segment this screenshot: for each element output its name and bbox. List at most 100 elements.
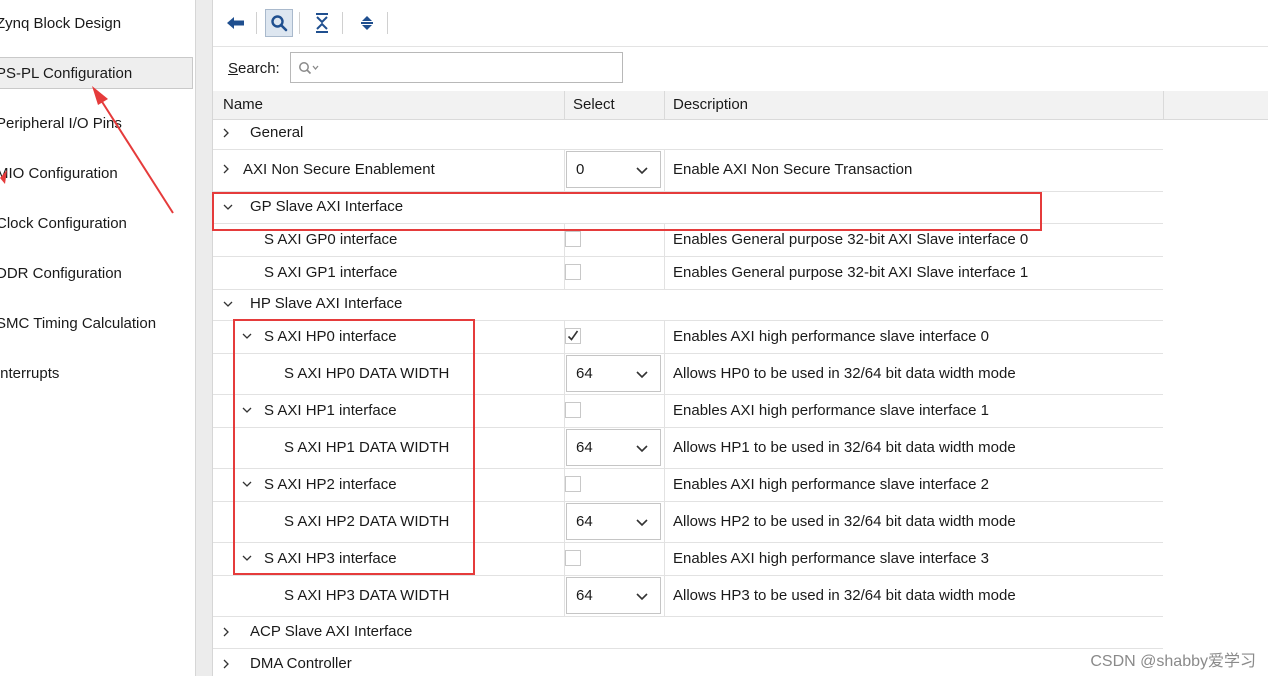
s-axi-hp3-checkbox[interactable] — [565, 550, 581, 566]
expand-all-button[interactable] — [353, 9, 381, 37]
row-description: Allows HP3 to be used in 32/64 bit data … — [673, 587, 1016, 604]
table-header: Name Select Description — [213, 91, 1268, 120]
chevron-down-icon — [636, 519, 648, 527]
hp1-data-width-select[interactable]: 64 — [566, 429, 661, 466]
axi-non-secure-select[interactable]: 0 — [566, 151, 661, 188]
select-value: 64 — [576, 365, 593, 382]
cell-divider — [664, 468, 665, 501]
row-description: Enables AXI high performance slave inter… — [673, 402, 990, 419]
row-description: Allows HP0 to be used in 32/64 bit data … — [673, 365, 1016, 382]
row-name: AXI Non Secure Enablement — [243, 161, 435, 178]
toolbar-separator — [342, 12, 343, 34]
cell-divider — [664, 149, 665, 191]
search-dropdown-icon — [299, 62, 319, 75]
nav-item-label: SMC Timing Calculation — [0, 315, 157, 332]
select-value: 64 — [576, 439, 593, 456]
search-button[interactable] — [265, 9, 293, 37]
toolbar — [213, 0, 1268, 47]
table-row[interactable]: ACP Slave AXI Interface — [213, 616, 1163, 649]
s-axi-hp1-checkbox[interactable] — [565, 402, 581, 418]
row-description: Allows HP1 to be used in 32/64 bit data … — [673, 439, 1016, 456]
search-label: Search: — [228, 60, 280, 77]
table-row[interactable]: General — [213, 119, 1163, 150]
column-divider[interactable] — [1163, 91, 1164, 119]
column-header-select[interactable]: Select — [573, 96, 615, 113]
row-name: HP Slave AXI Interface — [250, 295, 403, 312]
row-name: ACP Slave AXI Interface — [250, 623, 413, 640]
column-header-name[interactable]: Name — [223, 96, 263, 113]
cell-divider — [664, 320, 665, 353]
chevron-down-icon — [636, 445, 648, 453]
collapse-all-button[interactable] — [308, 9, 336, 37]
cell-divider — [564, 427, 565, 468]
row-description: Enable AXI Non Secure Transaction — [673, 161, 913, 178]
back-button[interactable] — [222, 9, 250, 37]
toolbar-separator — [256, 12, 257, 34]
nav-item-interrupts[interactable]: Interrupts — [0, 358, 193, 390]
cell-divider — [664, 542, 665, 575]
select-value: 64 — [576, 587, 593, 604]
s-axi-hp2-checkbox[interactable] — [565, 476, 581, 492]
table-row[interactable]: HP Slave AXI Interface — [213, 289, 1163, 321]
search-icon — [271, 15, 288, 32]
chevron-right-icon[interactable] — [220, 163, 232, 175]
table-row[interactable]: S AXI HP3 DATA WIDTH 64 Allows HP3 to be… — [213, 575, 1163, 617]
hp2-data-width-select[interactable]: 64 — [566, 503, 661, 540]
row-name: General — [250, 124, 304, 141]
row-name: S AXI GP1 interface — [264, 264, 398, 281]
s-axi-gp1-checkbox[interactable] — [565, 264, 581, 280]
hp3-data-width-select[interactable]: 64 — [566, 577, 661, 614]
search-input[interactable] — [290, 52, 623, 83]
cell-divider — [664, 501, 665, 542]
chevron-right-icon[interactable] — [220, 658, 232, 670]
cell-divider — [664, 427, 665, 468]
column-divider[interactable] — [664, 91, 665, 119]
hp0-data-width-select[interactable]: 64 — [566, 355, 661, 392]
search-label-mnemonic: S — [228, 60, 239, 77]
cell-divider — [664, 353, 665, 394]
cell-divider — [564, 501, 565, 542]
checkmark-icon — [567, 330, 579, 341]
toolbar-separator — [387, 12, 388, 34]
cell-divider — [664, 256, 665, 289]
back-icon — [227, 17, 244, 29]
cell-divider — [564, 149, 565, 191]
row-description: Allows HP2 to be used in 32/64 bit data … — [673, 513, 1016, 530]
nav-item-smc-timing-calculation[interactable]: SMC Timing Calculation — [0, 308, 193, 340]
s-axi-gp0-checkbox[interactable] — [565, 231, 581, 247]
row-name: DMA Controller — [250, 655, 352, 672]
column-divider[interactable] — [564, 91, 565, 119]
row-description: Enables AXI high performance slave inter… — [673, 476, 990, 493]
s-axi-hp0-checkbox[interactable] — [565, 328, 581, 344]
toolbar-separator — [299, 12, 300, 34]
table-row[interactable]: S AXI GP1 interface Enables General purp… — [213, 256, 1163, 290]
nav-item-label: DDR Configuration — [0, 265, 122, 282]
nav-item-ddr-configuration[interactable]: DDR Configuration — [0, 258, 193, 290]
column-header-description[interactable]: Description — [673, 96, 748, 113]
cell-divider — [664, 394, 665, 427]
table-row[interactable]: AXI Non Secure Enablement 0 Enable AXI N… — [213, 149, 1163, 192]
search-label-text: earch: — [238, 60, 280, 77]
row-description: Enables General purpose 32-bit AXI Slave… — [673, 264, 1029, 281]
expand-all-icon — [361, 16, 373, 30]
select-value: 64 — [576, 513, 593, 530]
chevron-right-icon[interactable] — [220, 626, 232, 638]
search-row: Search: — [213, 46, 1268, 92]
watermark: CSDN @shabby爱学习 — [1090, 653, 1256, 670]
annotation-arrow-icon — [0, 86, 174, 214]
chevron-right-icon[interactable] — [220, 127, 232, 139]
cell-divider — [564, 353, 565, 394]
cell-divider — [664, 575, 665, 616]
row-name: S AXI HP3 DATA WIDTH — [284, 587, 450, 604]
select-value: 0 — [576, 161, 585, 178]
chevron-down-icon — [636, 167, 648, 175]
row-name: S AXI GP0 interface — [264, 231, 398, 248]
table-row[interactable]: DMA Controller — [213, 648, 1163, 678]
chevron-down-icon[interactable] — [222, 298, 234, 310]
row-description: Enables General purpose 32-bit AXI Slave… — [673, 231, 1029, 248]
row-description: Enables AXI high performance slave inter… — [673, 328, 990, 345]
cell-divider — [564, 575, 565, 616]
collapse-all-icon — [316, 13, 328, 33]
chevron-down-icon — [636, 371, 648, 379]
highlight-box-gp-slave — [212, 192, 1042, 231]
